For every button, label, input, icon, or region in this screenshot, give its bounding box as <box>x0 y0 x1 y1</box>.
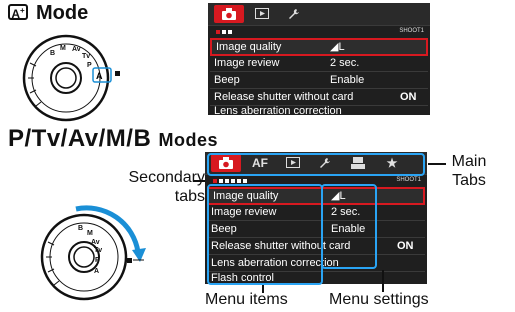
svg-text:B: B <box>50 50 55 57</box>
subtab-dot[interactable] <box>243 179 247 183</box>
svg-text:A: A <box>96 71 103 81</box>
menu-settings-callout: Menu settings <box>329 291 429 308</box>
section2-title: P/Tv/Av/M/B Modes <box>8 125 218 152</box>
svg-text:Av: Av <box>72 46 81 53</box>
tab-setup[interactable] <box>280 5 308 23</box>
camera-menu-screen-1: SHOOT1 Image quality ◢L Image review 2 sec… <box>208 3 430 117</box>
page-code: SHOOT1 <box>399 28 424 34</box>
svg-text:Tv: Tv <box>94 247 102 254</box>
section1-title: Mode <box>36 2 89 24</box>
subtab-dot[interactable] <box>225 179 229 183</box>
subtab-dot[interactable] <box>222 30 226 34</box>
menu-items-callout: Menu items <box>205 291 288 308</box>
camera-icon <box>222 8 236 20</box>
svg-text:B: B <box>78 225 83 232</box>
subtab-dot[interactable] <box>219 179 223 183</box>
subtab-dot[interactable] <box>216 30 220 34</box>
main-tabs-callout: Main Tabs <box>451 153 487 189</box>
menu-item[interactable]: Beep Enable <box>210 72 428 89</box>
subtab-dot[interactable] <box>231 179 235 183</box>
subtab-dot[interactable] <box>228 30 232 34</box>
tab-playback[interactable] <box>248 5 276 23</box>
scene-intelligent-auto-icon: A+ <box>8 4 28 21</box>
svg-text:P: P <box>87 62 92 69</box>
mode-dial-1: B M Av Tv P A <box>22 34 112 122</box>
menu-settings-highlight <box>321 184 377 269</box>
main-tab-bar <box>208 3 430 26</box>
subtab-dot[interactable] <box>237 179 241 183</box>
subtab-dot[interactable] <box>213 179 217 183</box>
svg-text:A: A <box>94 268 99 275</box>
svg-text:M: M <box>87 230 93 237</box>
main-tabs-leader-line <box>428 163 446 165</box>
svg-text:Av: Av <box>91 239 100 246</box>
wrench-icon <box>289 9 299 19</box>
tab-camera[interactable] <box>214 5 244 23</box>
menu-item[interactable]: Image quality ◢L <box>210 38 428 56</box>
mode-dial-2: B M Av Tv P A <box>40 205 146 301</box>
menu-item[interactable]: Lens aberration correction <box>210 103 428 119</box>
menu-items-highlight <box>207 184 323 285</box>
svg-text:M: M <box>60 45 66 52</box>
svg-text:Tv: Tv <box>82 53 90 60</box>
playback-icon <box>255 8 269 19</box>
main-tabs-highlight <box>207 153 425 176</box>
menu-settings-leader-line <box>382 270 384 292</box>
menu-item[interactable]: Image review 2 sec. <box>210 55 428 72</box>
secondary-tab-indicator: SHOOT1 <box>208 26 430 38</box>
page-code: SHOOT1 <box>396 177 421 183</box>
svg-text:P: P <box>95 257 100 264</box>
dial-index-mark <box>115 71 120 76</box>
